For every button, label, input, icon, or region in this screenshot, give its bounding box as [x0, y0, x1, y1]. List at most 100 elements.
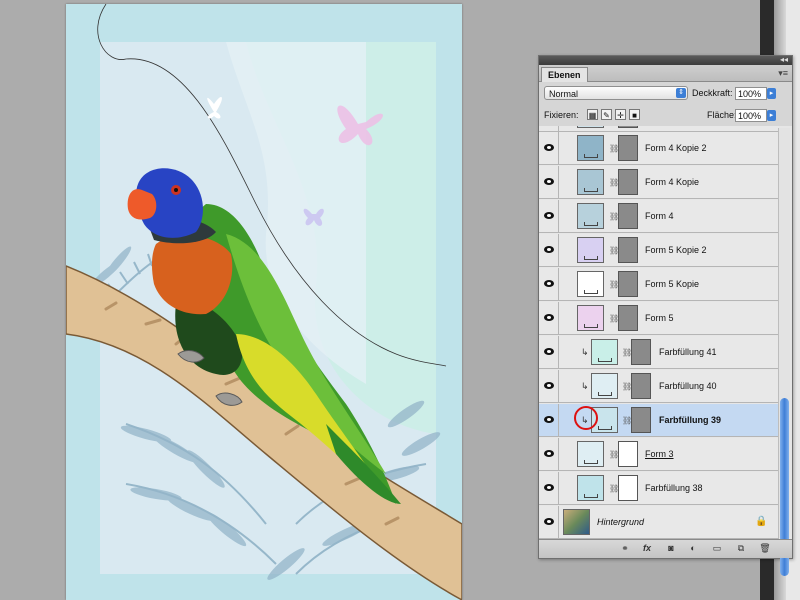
fx-effects-icon[interactable]: fx: [641, 543, 653, 554]
layer-name: Form 4: [645, 211, 674, 221]
lock-label: Fixieren:: [544, 110, 579, 120]
blend-opacity-row: Normal ⇕ Deckkraft: 100% ▸: [539, 82, 792, 104]
panel-titlebar[interactable]: ◂◂: [539, 55, 792, 65]
layer-thumbnail: [577, 475, 604, 501]
lock-icon: 🔒: [755, 516, 768, 527]
visibility-eye-icon[interactable]: [539, 132, 559, 165]
layer-row[interactable]: ↳ ⛓ Farbfüllung 40: [539, 370, 779, 403]
layer-name: Hintergrund: [597, 517, 645, 527]
opacity-dropdown-icon[interactable]: ▸: [767, 88, 776, 99]
visibility-eye-icon[interactable]: [539, 336, 559, 369]
layer-row-background[interactable]: Hintergrund 🔒: [539, 506, 779, 539]
visibility-eye-icon[interactable]: [539, 302, 559, 335]
lock-pixels-icon[interactable]: ✎: [601, 109, 612, 120]
visibility-eye-icon[interactable]: [539, 438, 559, 471]
layer-row[interactable]: ⛓ Farbfüllung 38: [539, 472, 779, 505]
panel-tab-row: Ebenen ▾≡: [539, 65, 792, 82]
add-mask-icon[interactable]: ◙: [665, 543, 677, 554]
vector-mask-thumbnail: [618, 169, 638, 195]
visibility-eye-icon[interactable]: [539, 404, 559, 437]
layer-thumbnail: [577, 126, 604, 128]
link-chain-icon: ⛓: [609, 212, 620, 221]
lock-fill-row: Fixieren: ▦ ✎ ✛ ■ Fläche: 100% ▸: [539, 104, 792, 127]
artwork-document[interactable]: [66, 4, 462, 600]
lock-transparency-icon[interactable]: ▦: [587, 109, 598, 120]
panel-menu-icon[interactable]: ▾≡: [778, 68, 788, 79]
link-chain-icon: ⛓: [609, 484, 620, 493]
layer-thumbnail: [591, 339, 618, 365]
vector-mask-thumbnail: [618, 271, 638, 297]
clipping-arrow-icon: ↳: [581, 347, 589, 357]
link-chain-icon: ⛓: [622, 416, 633, 425]
panel-bottom-toolbar: ⚭ fx ◙ ◐ ▭ ⧉ 🗑: [539, 539, 792, 558]
vector-mask-thumbnail: [631, 339, 651, 365]
trash-icon[interactable]: 🗑: [759, 543, 771, 554]
layers-scrollbar[interactable]: [778, 128, 790, 576]
link-chain-icon: ⛓: [609, 314, 620, 323]
blend-mode-value: Normal: [549, 89, 579, 99]
visibility-eye-icon[interactable]: [539, 370, 559, 403]
vector-mask-thumbnail: [618, 203, 638, 229]
layer-name: Form 5 Kopie: [645, 279, 700, 289]
vector-mask-thumbnail: [618, 126, 638, 128]
chevron-updown-icon: ⇕: [676, 88, 686, 98]
layer-thumbnail: [577, 305, 604, 331]
layer-name: Farbfüllung 39: [659, 415, 722, 425]
layer-thumbnail: [591, 373, 618, 399]
fill-input[interactable]: 100%: [735, 109, 767, 122]
layer-name: Form 5: [645, 313, 674, 323]
layer-thumbnail: [563, 509, 590, 535]
layer-name: Form 3: [645, 449, 674, 459]
visibility-eye-icon[interactable]: [539, 472, 559, 505]
layer-row[interactable]: ⛓ Form 5: [539, 302, 779, 335]
collapse-icon[interactable]: ◂◂: [780, 55, 788, 65]
vector-mask-thumbnail: [631, 407, 651, 433]
link-chain-icon: ⛓: [609, 450, 620, 459]
link-chain-icon: ⛓: [609, 246, 620, 255]
new-group-icon[interactable]: ▭: [711, 543, 723, 554]
vector-mask-thumbnail: [618, 237, 638, 263]
layer-thumbnail: [577, 169, 604, 195]
layer-thumbnail: [577, 237, 604, 263]
layer-row[interactable]: ↳ ⛓ Farbfüllung 41: [539, 336, 779, 369]
layer-row[interactable]: ⛓ Form 5 Kopie 2: [539, 234, 779, 267]
visibility-eye-icon[interactable]: [539, 268, 559, 301]
layer-row[interactable]: ⛓ Form 5 Kopie: [539, 268, 779, 301]
layer-row[interactable]: ⛓ Form 4: [539, 200, 779, 233]
lorikeet-artwork: [66, 4, 462, 600]
new-layer-icon[interactable]: ⧉: [735, 543, 747, 554]
layers-list[interactable]: ⛓ ⛓ Form 4 Kopie 2 ⛓ Form 4 Kopie ⛓ Form…: [539, 126, 792, 540]
vector-mask-thumbnail: [631, 373, 651, 399]
vector-mask-thumbnail: [618, 441, 638, 467]
link-chain-icon: ⛓: [609, 178, 620, 187]
layer-thumbnail: [577, 203, 604, 229]
layer-row[interactable]: ⛓ Form 3: [539, 438, 779, 471]
visibility-eye-icon[interactable]: [539, 234, 559, 267]
fill-dropdown-icon[interactable]: ▸: [767, 110, 776, 121]
layer-name: Form 4 Kopie 2: [645, 143, 707, 153]
layer-name: Farbfüllung 41: [659, 347, 717, 357]
link-chain-icon: ⛓: [609, 144, 620, 153]
clipping-arrow-icon: ↳: [581, 381, 589, 391]
adjustment-layer-icon[interactable]: ◐: [687, 543, 699, 554]
lock-position-icon[interactable]: ✛: [615, 109, 626, 120]
vector-mask-thumbnail: [618, 135, 638, 161]
layer-row[interactable]: ⛓ Form 4 Kopie 2: [539, 132, 779, 165]
opacity-input[interactable]: 100%: [735, 87, 767, 100]
blend-mode-select[interactable]: Normal ⇕: [544, 86, 688, 100]
visibility-eye-icon[interactable]: [539, 200, 559, 233]
layer-thumbnail: [577, 271, 604, 297]
layers-panel: ◂◂ Ebenen ▾≡ Normal ⇕ Deckkraft: 100% ▸ …: [538, 55, 793, 576]
link-layers-icon[interactable]: ⚭: [619, 543, 631, 554]
opacity-label: Deckkraft:: [692, 88, 733, 98]
visibility-eye-icon[interactable]: [539, 506, 559, 539]
layer-row[interactable]: ⛓ Form 4 Kopie: [539, 166, 779, 199]
visibility-eye-icon[interactable]: [539, 166, 559, 199]
layer-thumbnail: [577, 135, 604, 161]
vector-mask-thumbnail: [618, 305, 638, 331]
layer-name: Farbfüllung 38: [645, 483, 703, 493]
tab-ebenen[interactable]: Ebenen: [541, 67, 588, 82]
lock-all-icon[interactable]: ■: [629, 109, 640, 120]
layer-thumbnail: [577, 441, 604, 467]
link-chain-icon: ⛓: [609, 280, 620, 289]
